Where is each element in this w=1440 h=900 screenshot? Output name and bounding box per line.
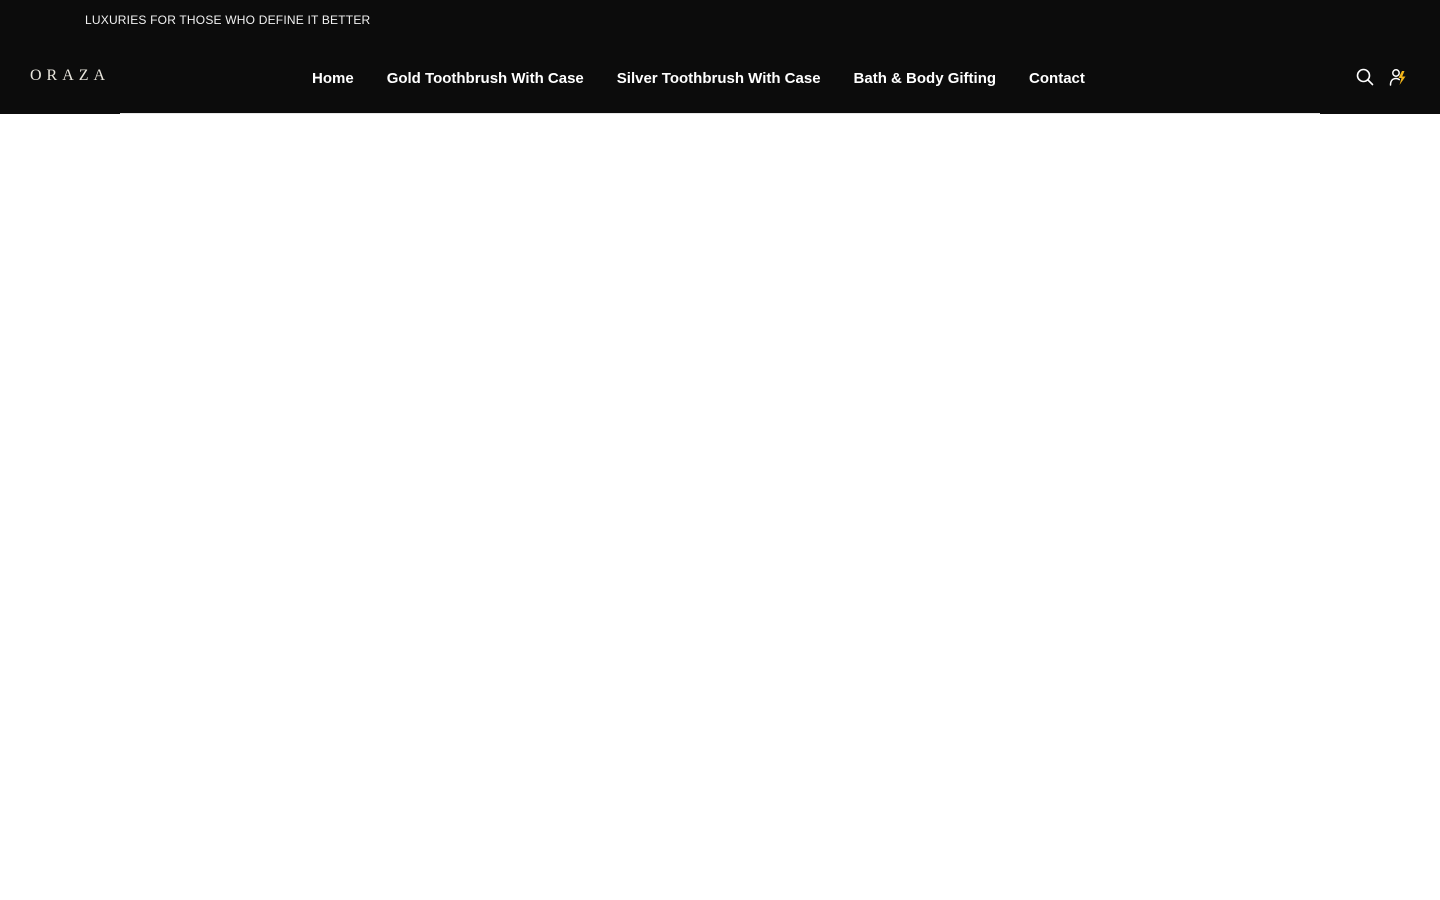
nav-item-gold-toothbrush[interactable]: Gold Toothbrush With Case — [387, 70, 584, 87]
nav-item-home[interactable]: Home — [312, 70, 354, 87]
main-content — [0, 114, 1440, 900]
brand-logo[interactable]: ORAZA — [30, 67, 110, 85]
search-icon — [1356, 68, 1374, 86]
account-icon — [1389, 69, 1406, 86]
search-button[interactable] — [1354, 66, 1376, 88]
nav-item-contact[interactable]: Contact — [1029, 70, 1085, 87]
announcement-bar: LUXURIES FOR THOSE WHO DEFINE IT BETTER — [0, 0, 1440, 42]
nav-item-bath-body-gifting[interactable]: Bath & Body Gifting — [854, 70, 997, 87]
announcement-text: LUXURIES FOR THOSE WHO DEFINE IT BETTER — [85, 13, 371, 27]
site-header: ORAZA Home Gold Toothbrush With Case Sil… — [0, 42, 1440, 114]
account-button[interactable] — [1387, 66, 1409, 88]
main-navigation: Home Gold Toothbrush With Case Silver To… — [312, 68, 1085, 88]
nav-item-silver-toothbrush[interactable]: Silver Toothbrush With Case — [617, 70, 821, 87]
